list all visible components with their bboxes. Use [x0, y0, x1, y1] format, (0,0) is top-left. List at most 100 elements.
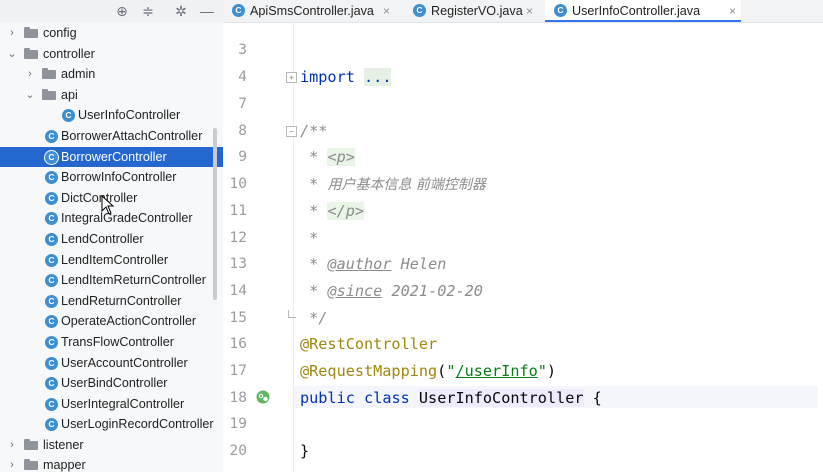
folder-icon	[24, 27, 38, 38]
tree-folder[interactable]: › config	[0, 23, 223, 44]
tree-class-item[interactable]: C LendItemReturnController	[0, 270, 223, 291]
import-keyword: import	[300, 68, 355, 86]
tree-item-label: UserLoginRecordController	[61, 417, 214, 432]
chevron-right-icon[interactable]: ›	[24, 66, 36, 82]
code-line-p-open[interactable]: * <p>	[300, 146, 355, 168]
class-keyword: class	[364, 389, 410, 407]
line-number: 16	[229, 336, 247, 352]
class-icon: C	[45, 150, 58, 164]
close-icon[interactable]: ×	[729, 3, 736, 19]
tree-class-item[interactable]: C OperateActionController	[0, 311, 223, 332]
line-number: 20	[229, 443, 247, 459]
class-icon: C	[45, 335, 58, 349]
tree-class-item[interactable]: C UserInfoController	[0, 105, 223, 126]
class-icon: C	[45, 356, 58, 370]
close-icon[interactable]: ×	[526, 3, 533, 19]
folder-icon	[24, 438, 38, 450]
tree-toolbar: ⊕ ≑ ✲ —	[0, 0, 223, 22]
tree-class-item[interactable]: C UserLoginRecordController	[0, 414, 223, 435]
tree-item-label: config	[43, 26, 77, 40]
tree-item-label: UserInfoController	[78, 108, 181, 123]
editor-scrollbar[interactable]	[818, 24, 823, 472]
tree-class-item[interactable]: C LendController	[0, 229, 223, 250]
fold-toggle-doc[interactable]: −	[286, 126, 297, 137]
doc-star: *	[309, 148, 319, 166]
folder-icon	[42, 68, 56, 80]
tree-item-label: DictController	[61, 190, 138, 205]
tree-folder[interactable]: › listener	[0, 435, 223, 456]
minimize-icon[interactable]: —	[198, 2, 216, 20]
tree-folder[interactable]: › mapper	[0, 455, 223, 472]
tree-folder[interactable]: › admin	[0, 64, 223, 85]
import-fold-placeholder[interactable]: ...	[364, 68, 392, 86]
code-line-p-close[interactable]: * </p>	[300, 200, 365, 222]
code-line-doc-open[interactable]: /**	[300, 120, 327, 142]
folder-icon	[42, 88, 56, 100]
line-number: 19	[229, 416, 247, 432]
chevron-right-icon[interactable]: ›	[6, 25, 18, 41]
code-line-doc-blank[interactable]: *	[300, 227, 318, 249]
class-icon: C	[554, 4, 567, 17]
tree-item-label: listener	[43, 437, 84, 452]
paren-close: )	[546, 362, 557, 380]
tree-class-item[interactable]: C LendReturnController	[0, 291, 223, 312]
code-line-author[interactable]: * @author Helen	[300, 253, 446, 275]
tree-folder[interactable]: ⌄ api	[0, 85, 223, 106]
line-number: 15	[229, 310, 247, 326]
target-icon[interactable]: ⊕	[113, 2, 131, 20]
tree-class-item[interactable]: C BorrowerAttachController	[0, 126, 223, 147]
class-icon: C	[45, 232, 58, 246]
chevron-right-icon[interactable]: ›	[6, 437, 18, 453]
mapping-path-string[interactable]: /userInfo	[455, 362, 537, 380]
tree-class-item[interactable]: C UserAccountController	[0, 353, 223, 374]
class-name[interactable]: UserInfoController	[418, 389, 584, 407]
gear-icon[interactable]: ✲	[172, 2, 190, 20]
doc-description: 用户基本信息 前端控制器	[327, 177, 486, 193]
folder-icon	[24, 47, 38, 59]
collapse-icon[interactable]: ≑	[139, 2, 157, 20]
code-line-request-mapping[interactable]: @RequestMapping("/userInfo")	[300, 360, 556, 382]
doc-comment-open: /**	[300, 122, 328, 140]
tree-item-label: OperateActionController	[61, 314, 197, 329]
chevron-down-icon[interactable]: ⌄	[24, 87, 36, 103]
code-line-rest-controller[interactable]: @RestController	[300, 333, 437, 355]
mouse-cursor-icon	[101, 195, 115, 215]
doc-star: *	[309, 229, 319, 247]
tree-folder[interactable]: ⌄ controller	[0, 44, 223, 65]
tab-label: RegisterVO.java	[431, 4, 523, 18]
editor-tab[interactable]: C ApiSmsController.java ×	[223, 0, 395, 22]
code-line-import[interactable]: import ...	[300, 66, 392, 88]
code-line-since[interactable]: * @since 2021-02-20	[300, 280, 483, 302]
line-number: 8	[238, 123, 247, 139]
class-icon: C	[413, 4, 426, 17]
tree-class-item[interactable]: C LendItemController	[0, 250, 223, 271]
tree-class-item[interactable]: C BorrowerController	[0, 146, 223, 168]
chevron-right-icon[interactable]: ›	[6, 457, 18, 472]
editor-tab[interactable]: C UserInfoController.java ×	[545, 0, 741, 22]
close-icon[interactable]: ×	[383, 3, 390, 19]
editor-tab[interactable]: C RegisterVO.java ×	[404, 0, 538, 22]
code-line-brace-close[interactable]: }	[300, 440, 309, 462]
tree-class-item[interactable]: C BorrowInfoController	[0, 167, 223, 188]
tree-class-item[interactable]: C TransFlowController	[0, 332, 223, 353]
tree-item-label: BorrowerAttachController	[61, 128, 203, 143]
class-icon: C	[45, 315, 58, 329]
class-icon: C	[45, 418, 58, 432]
string-quote: "	[537, 362, 547, 380]
tree-item-label: LendController	[61, 231, 144, 246]
public-keyword: public	[300, 389, 355, 407]
spring-bean-icon[interactable]	[255, 389, 271, 405]
line-number: 12	[229, 230, 247, 246]
tree-class-item[interactable]: C UserIntegralController	[0, 394, 223, 415]
code-line-desc[interactable]: * 用户基本信息 前端控制器	[300, 173, 486, 196]
code-line-class-decl[interactable]: public class UserInfoController {	[300, 387, 602, 409]
code-line-doc-close[interactable]: */	[300, 307, 327, 329]
tree-rows: › config ⌄ controller › admin ⌄ api C UserInfoCon…	[0, 23, 223, 472]
fold-toggle-import[interactable]: +	[286, 72, 297, 83]
tree-class-item[interactable]: C UserBindController	[0, 373, 223, 394]
tree-scrollbar[interactable]	[213, 128, 217, 300]
line-number: 13	[229, 256, 247, 272]
chevron-down-icon[interactable]: ⌄	[6, 46, 18, 62]
doc-star: *	[309, 282, 319, 300]
line-number: 3	[238, 42, 247, 58]
